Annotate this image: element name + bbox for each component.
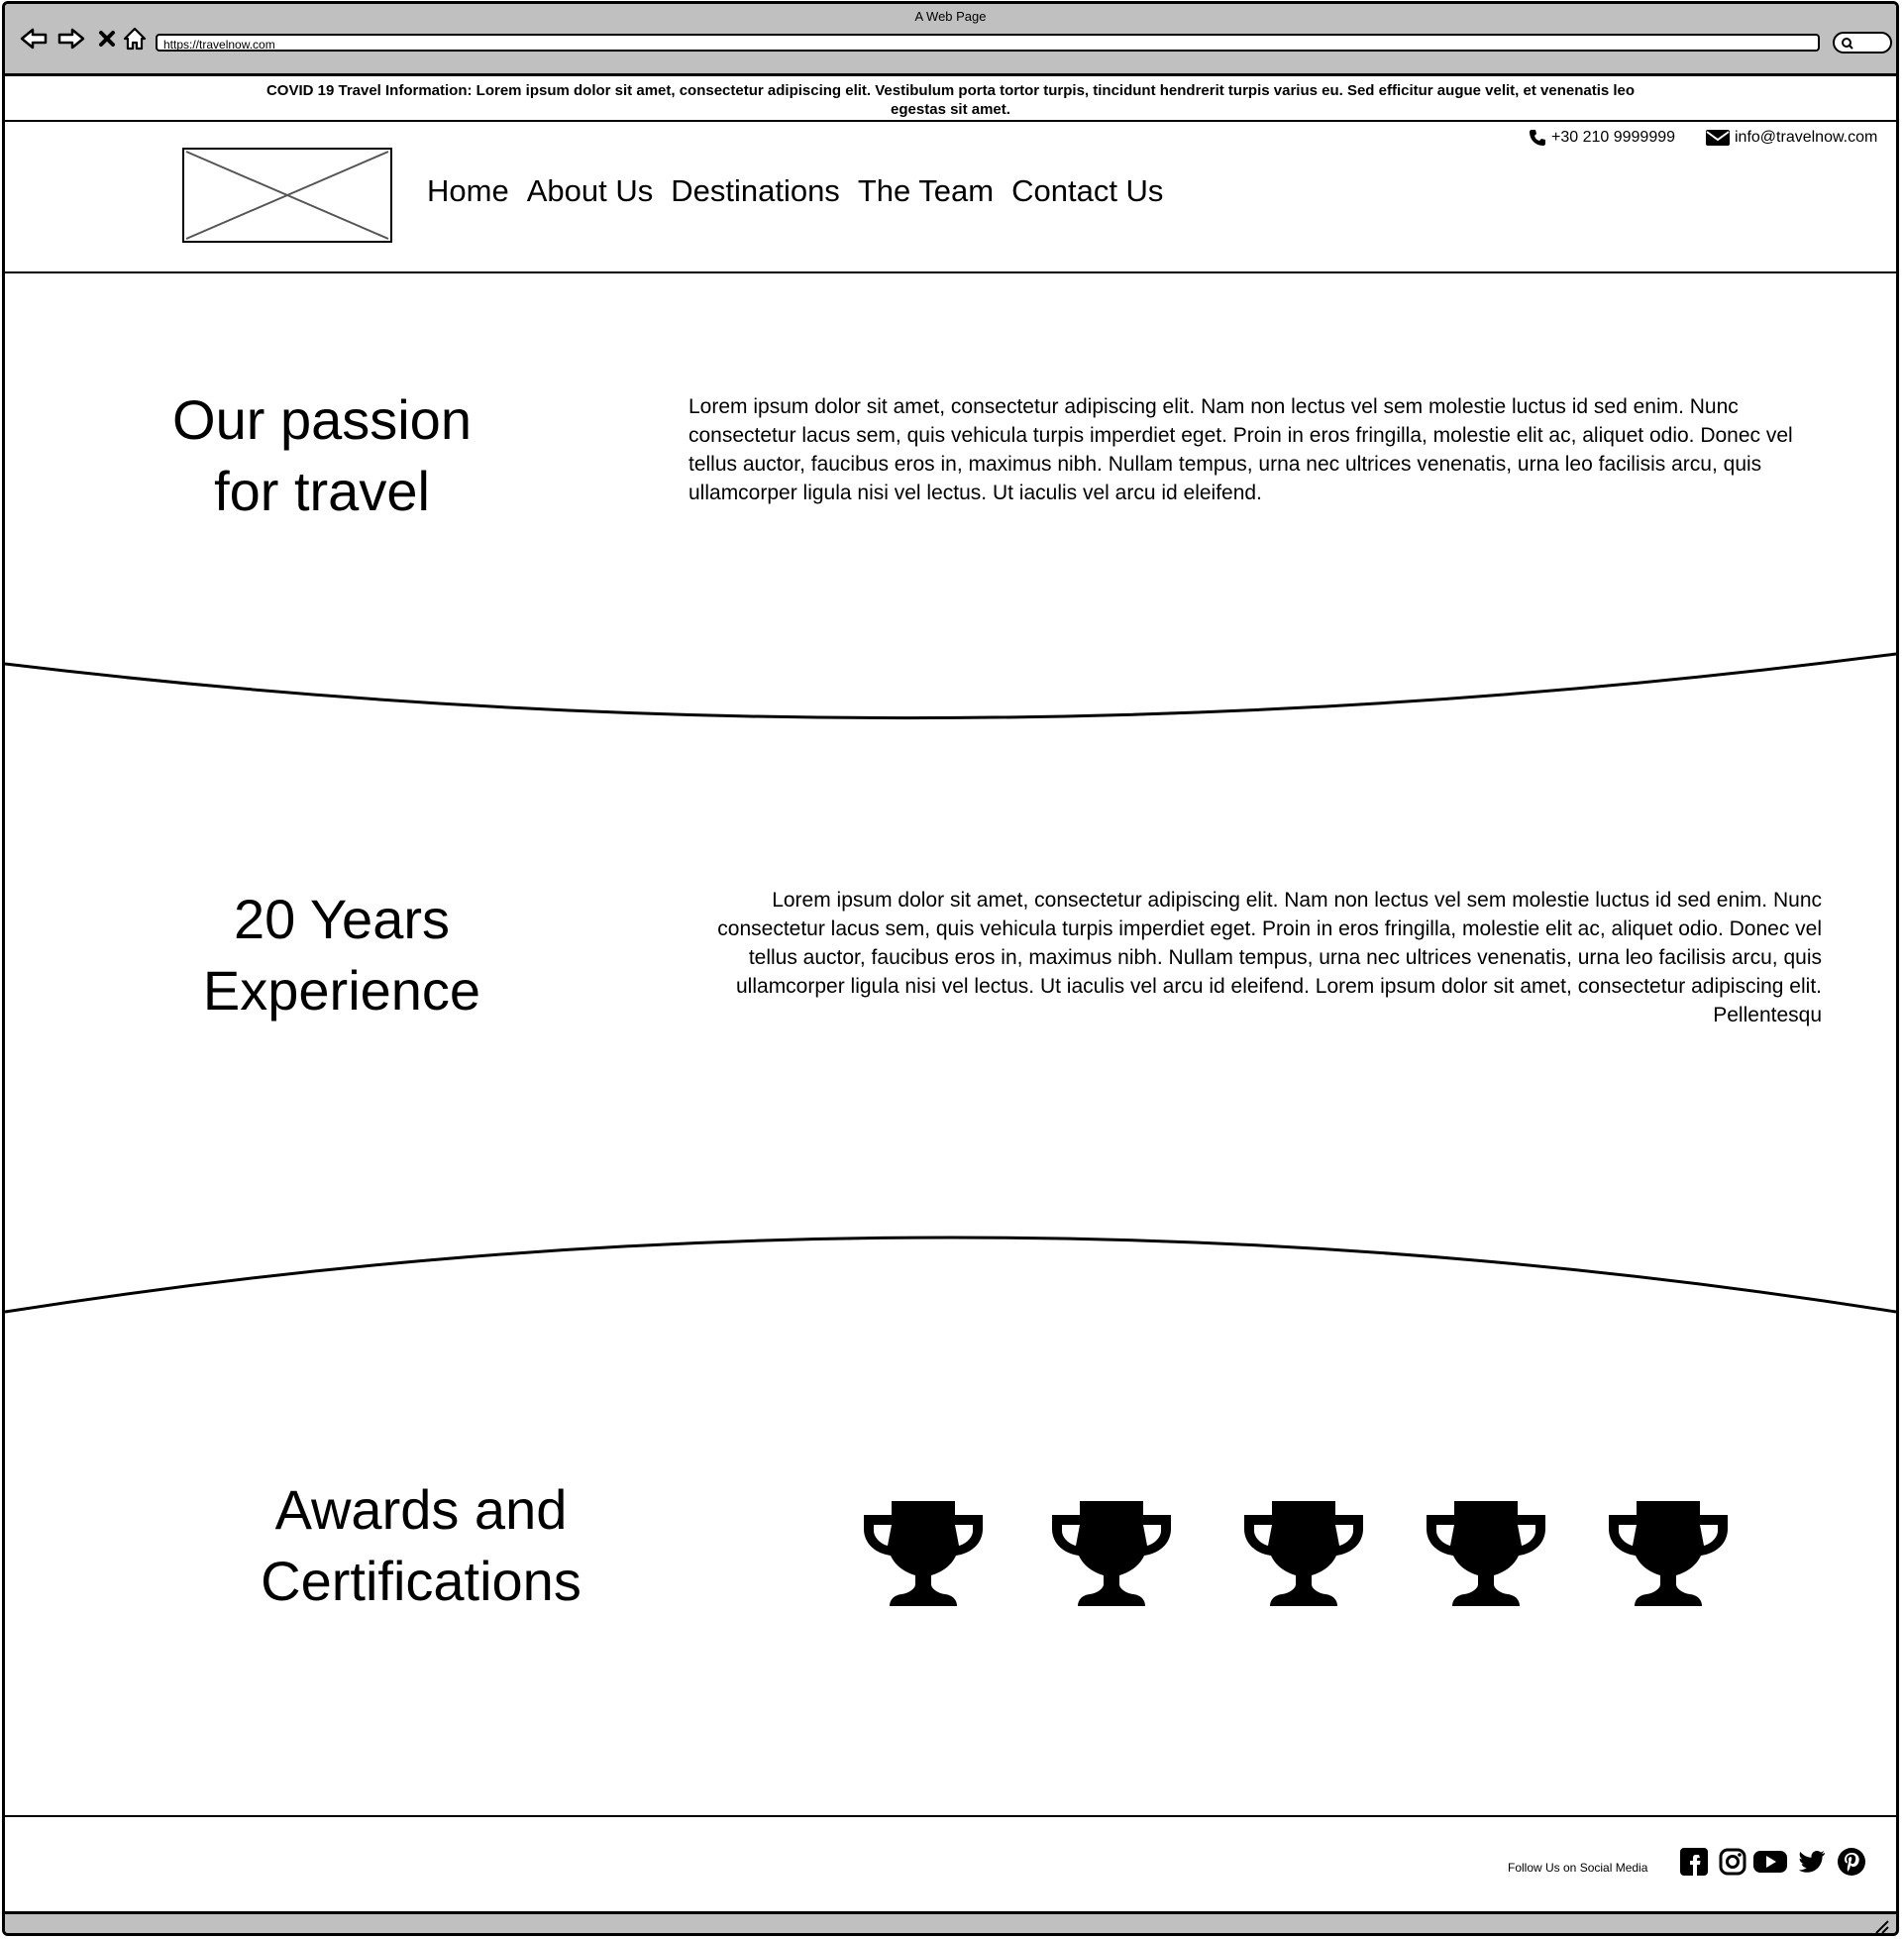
awards-heading: Awards and Certifications: [213, 1474, 629, 1617]
browser-window: A Web Page https://travelnow.com COVID 1…: [2, 1, 1899, 1936]
window-title: A Web Page: [914, 9, 987, 24]
instagram-icon[interactable]: [1718, 1847, 1747, 1877]
youtube-icon[interactable]: [1752, 1847, 1788, 1877]
passion-heading-line1: Our passion: [172, 388, 472, 451]
experience-heading-line2: Experience: [202, 959, 481, 1022]
wave-divider: [5, 652, 1896, 720]
follow-us-text: Follow Us on Social Media: [1508, 1861, 1648, 1875]
nav-contact-us[interactable]: Contact Us: [1011, 173, 1163, 209]
phone-icon: [1530, 130, 1545, 146]
close-icon[interactable]: [92, 24, 122, 54]
site-footer: Follow Us on Social Media: [5, 1815, 1896, 1914]
facebook-icon[interactable]: [1679, 1847, 1709, 1877]
envelope-icon: [1706, 130, 1730, 146]
awards-trophies: [862, 1499, 1744, 1608]
trophy-icon: [1609, 1501, 1728, 1606]
experience-heading-line1: 20 Years: [234, 888, 450, 950]
nav-about-us[interactable]: About Us: [527, 173, 654, 209]
wave-divider: [5, 1236, 1896, 1314]
main-nav: Home About Us Destinations The Team Cont…: [427, 173, 1163, 209]
forward-icon[interactable]: [56, 24, 86, 54]
home-icon[interactable]: [120, 24, 150, 54]
phone-contact[interactable]: +30 210 9999999: [1528, 128, 1675, 148]
browser-chrome: A Web Page https://travelnow.com: [5, 4, 1896, 76]
passion-heading: Our passion for travel: [124, 384, 520, 527]
passion-text: Lorem ipsum dolor sit amet, consectetur …: [688, 395, 1793, 504]
covid-banner: COVID 19 Travel Information: Lorem ipsum…: [5, 76, 1896, 122]
nav-home[interactable]: Home: [427, 173, 509, 209]
trophy-icon: [1244, 1501, 1363, 1606]
email-contact[interactable]: info@travelnow.com: [1705, 128, 1877, 148]
pinterest-icon[interactable]: [1837, 1847, 1866, 1877]
url-input[interactable]: https://travelnow.com: [156, 34, 1820, 52]
email-address: info@travelnow.com: [1735, 129, 1878, 146]
site-header: +30 210 9999999 info@travelnow.com Home …: [5, 122, 1896, 273]
phone-number: +30 210 9999999: [1551, 129, 1676, 146]
logo-placeholder[interactable]: [182, 148, 392, 243]
covid-banner-text: COVID 19 Travel Information: Lorem ipsum…: [265, 82, 1636, 118]
awards-heading-line1: Awards and: [274, 1478, 568, 1541]
browser-status-bar: [5, 1911, 1896, 1935]
trophy-icon: [864, 1501, 983, 1606]
passion-heading-line2: for travel: [214, 460, 430, 522]
browser-search-button[interactable]: [1833, 32, 1892, 54]
trophy-icon: [1052, 1501, 1171, 1606]
awards-heading-line2: Certifications: [261, 1550, 582, 1612]
nav-destinations[interactable]: Destinations: [671, 173, 840, 209]
nav-the-team[interactable]: The Team: [858, 173, 994, 209]
experience-text: Lorem ipsum dolor sit amet, consectetur …: [717, 889, 1822, 1026]
trophy-icon: [1427, 1501, 1545, 1606]
resize-grip-icon[interactable]: [1874, 1919, 1890, 1935]
experience-heading: 20 Years Experience: [144, 884, 540, 1026]
back-icon[interactable]: [19, 24, 49, 54]
twitter-icon[interactable]: [1797, 1847, 1827, 1877]
search-icon: [1842, 38, 1853, 50]
